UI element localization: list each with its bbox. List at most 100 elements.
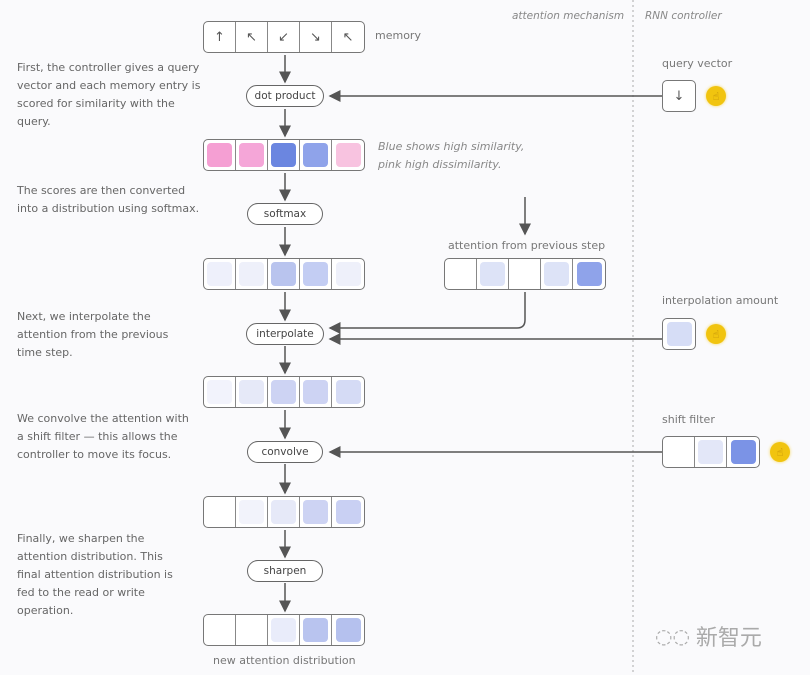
attention-weight-square [207,380,232,404]
desc-line: Next, we interpolate the [17,310,151,323]
attention-cell [509,259,541,289]
attention-weight-square [512,262,537,286]
watermark: ◌◌ 新智元 [655,620,762,652]
shift-filter-label: shift filter [662,413,715,426]
memory-label: memory [375,29,421,42]
attention-cell [300,259,332,289]
dot-product-op: dot product [246,85,324,107]
shift-filter-box [662,436,760,468]
attention-weight-square [271,618,296,642]
attention-cell [573,259,605,289]
attention-cell [332,497,364,527]
attention-cell [300,140,332,170]
softmax-op: softmax [247,203,323,225]
memory-vector-icon: ↖ [342,29,354,45]
interpolation-amount-box [662,318,696,350]
attention-weight-square [303,500,328,524]
attention-weight-square [239,380,264,404]
arrow-previous-to-interpolate [328,292,526,334]
attention-weight-square [239,262,264,286]
previous-attention-strip [444,258,606,290]
wechat-logo-icon: ◌◌ [655,624,690,648]
attention-cell [268,615,300,645]
hand-glyph: ☝ [776,445,784,459]
memory-vector-icon: ↖ [246,29,257,45]
desc-line: a shift filter — this allows the [17,430,178,443]
attention-weight-square [207,500,232,524]
desc-line: attention from the previous [17,328,169,341]
previous-step-label: attention from previous step [448,239,606,252]
attention-weight-square [335,380,361,404]
attention-cell [477,259,509,289]
desc-line: time step. [17,346,73,359]
attention-weight-square [239,500,264,524]
convolve-op: convolve [247,441,323,463]
desc-line: vector and each memory entry is [17,79,201,92]
desc-line: query. [17,115,51,128]
memory-strip: ↑ ↖ ↙ ↘ ↖ [203,21,365,53]
attention-weight-square [271,262,296,286]
attention-weight-square [239,143,264,167]
memory-cell: ↘ [300,22,332,52]
desc-line: Finally, we sharpen the [17,532,145,545]
attention-weight-square [271,500,296,524]
attention-cell [204,259,236,289]
amount-square [666,322,692,346]
attention-cell [445,259,477,289]
memory-cell: ↑ [204,22,236,52]
desc-line: controller to move its focus. [17,448,172,461]
softmax-description: The scores are then converted into a dis… [17,182,199,218]
query-vector-icon: ↓ [673,88,685,104]
attention-cell [300,615,332,645]
dot-product-description: First, the controller gives a query vect… [17,59,200,131]
hand-glyph: ☝ [712,327,720,341]
watermark-text: 新智元 [695,626,762,651]
similarity-note: Blue shows high similarity, pink high di… [378,138,524,174]
note-line: Blue shows high similarity, [378,140,525,153]
hand-pointer-icon[interactable]: ☝ [770,442,790,462]
attention-cell [695,437,727,467]
attention-weight-square [207,618,232,642]
attention-weight-square [207,262,232,286]
output-attention-strip [203,614,365,646]
attention-cell [236,377,268,407]
sharpen-op: sharpen [247,560,323,582]
attention-cell [268,377,300,407]
attention-weight-square [730,440,756,464]
attention-weight-square [335,500,361,524]
desc-line: First, the controller gives a query [17,61,200,74]
similarity-scores-strip [203,139,365,171]
attention-weight-square [303,618,328,642]
memory-vector-icon: ↑ [214,29,225,45]
hand-pointer-icon[interactable]: ☝ [706,86,726,106]
attention-cell [332,615,364,645]
attention-cell [236,497,268,527]
attention-cell [332,140,364,170]
attention-cell [268,140,300,170]
desc-line: The scores are then converted [17,184,186,197]
attention-weight-square [576,262,602,286]
convolve-description: We convolve the attention with a shift f… [17,410,189,464]
convolved-strip [203,496,365,528]
attention-cell [727,437,759,467]
desc-line: fed to the read or write [17,586,145,599]
attention-cell [236,140,268,170]
hand-glyph: ☝ [712,89,720,103]
interpolation-amount-label: interpolation amount [662,294,779,307]
attention-cell [300,497,332,527]
attention-cell [332,259,364,289]
attention-cell [332,377,364,407]
attention-cell [663,437,695,467]
desc-line: operation. [17,604,74,617]
hand-pointer-icon[interactable]: ☝ [706,324,726,344]
attention-weight-square [544,262,569,286]
attention-cell [204,140,236,170]
query-cell: ↓ [663,81,695,111]
attention-weight-square [335,262,361,286]
header-attention-mechanism: attention mechanism [512,10,625,22]
memory-cell: ↙ [268,22,300,52]
desc-line: final attention distribution is [17,568,173,581]
attention-weight-square [239,618,264,642]
desc-line: into a distribution using softmax. [17,202,200,215]
attention-cell [300,377,332,407]
